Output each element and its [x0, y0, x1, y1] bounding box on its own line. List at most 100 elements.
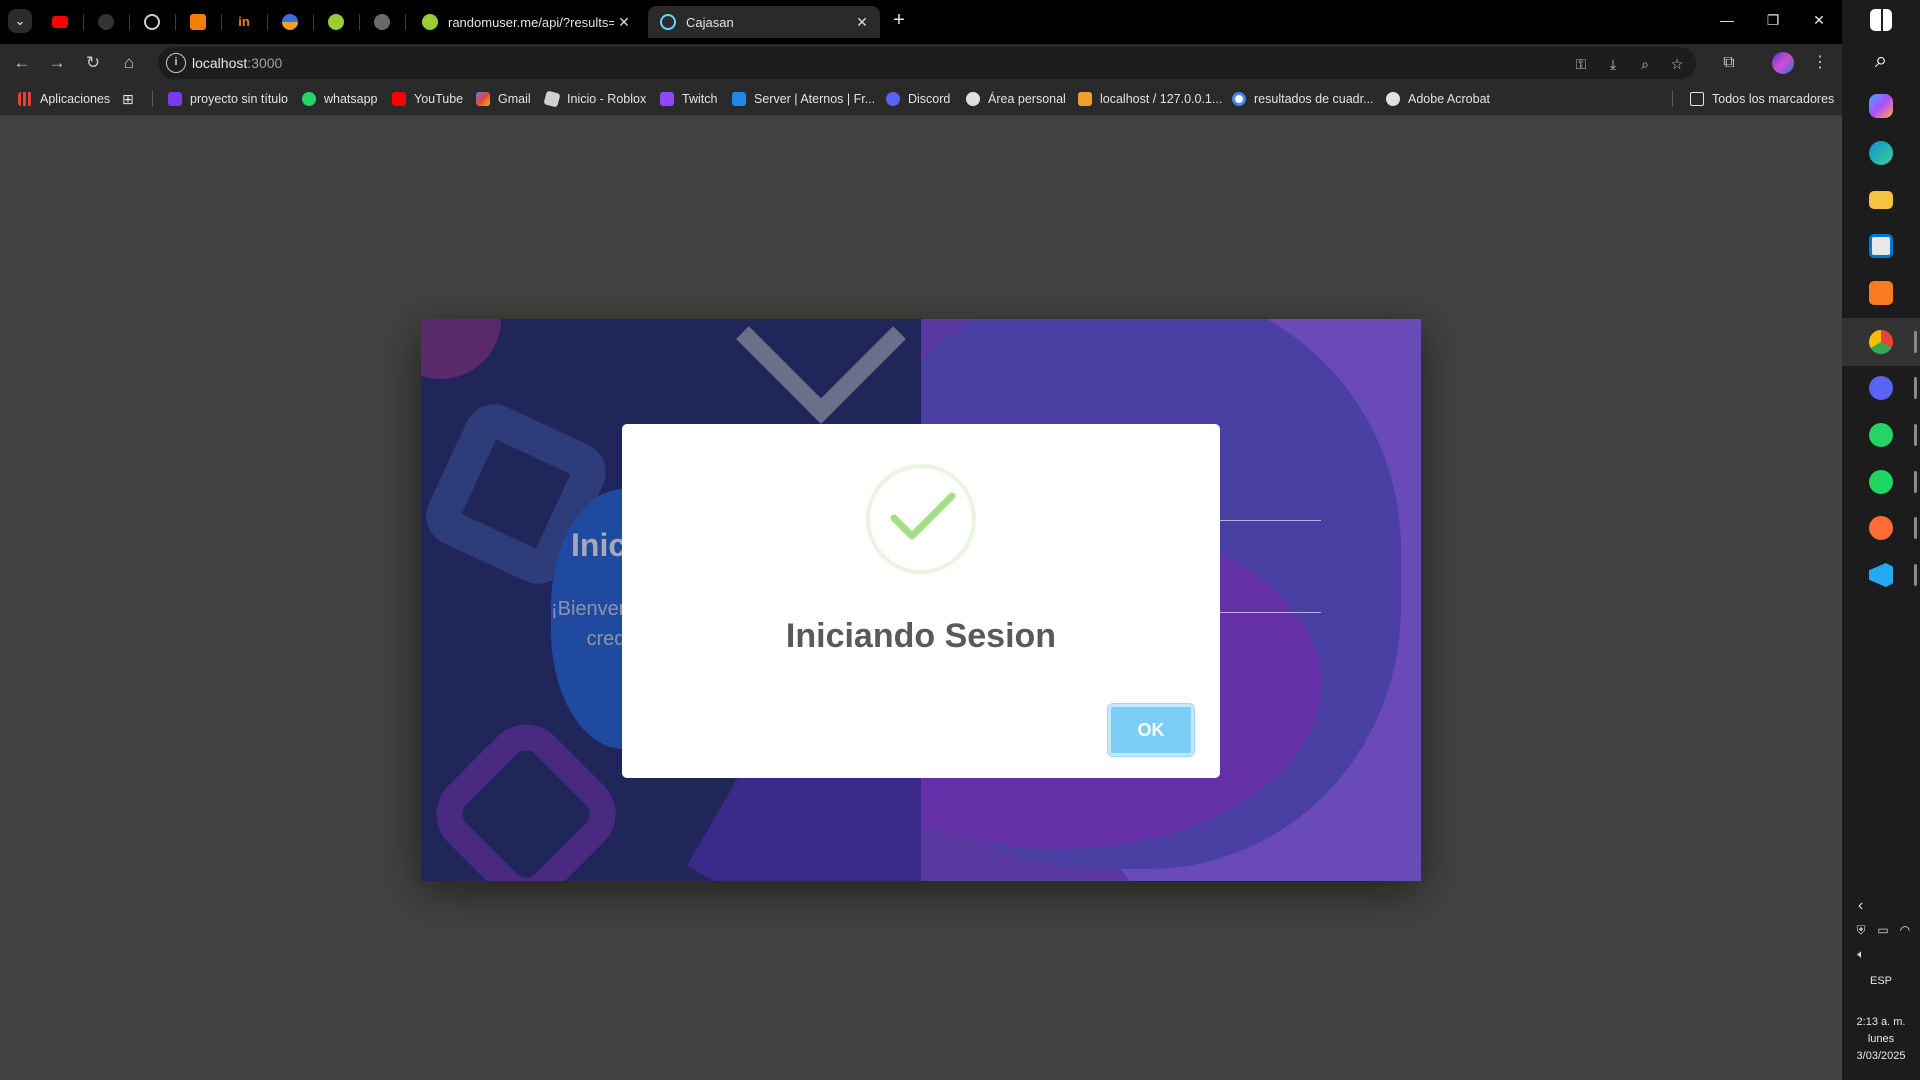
bookmark-adobe[interactable]: Adobe Acrobat: [1386, 90, 1490, 108]
pinned-tab-youtube[interactable]: [48, 10, 72, 34]
reload-icon[interactable]: ↻: [80, 50, 106, 76]
pinned-tab-web[interactable]: [370, 10, 394, 34]
security-shield-icon[interactable]: ⛨: [1852, 921, 1870, 939]
profile-avatar[interactable]: [1772, 52, 1794, 74]
postman-icon[interactable]: [1865, 512, 1897, 544]
running-indicator: [1914, 377, 1917, 399]
react-icon: [660, 14, 676, 30]
install-app-icon[interactable]: ⤓: [1602, 53, 1624, 75]
tab-separator: [267, 14, 268, 30]
bookmark-youtube[interactable]: YouTube: [392, 90, 463, 108]
file-explorer-icon[interactable]: [1865, 184, 1897, 216]
bookmark-area-personal[interactable]: Área personal: [966, 90, 1066, 108]
tab-search-icon[interactable]: ⌄: [8, 9, 32, 33]
menu-kebab-icon[interactable]: ⋮: [1807, 50, 1833, 76]
windows-logo-icon: [1870, 9, 1892, 31]
close-icon[interactable]: ✕: [852, 14, 872, 31]
home-icon[interactable]: ⌂: [116, 50, 142, 76]
bookmark-aternos[interactable]: Server | Aternos | Fr...: [732, 90, 875, 108]
minimize-icon[interactable]: —: [1704, 0, 1750, 40]
edge-icon[interactable]: [1865, 137, 1897, 169]
gmail-icon: [476, 92, 490, 106]
address-bar[interactable]: i localhost:3000 ⚿ ⤓ ⌕ ☆: [158, 47, 1696, 79]
search-icon[interactable]: ⌕: [1865, 44, 1897, 76]
bookmark-phpmyadmin[interactable]: localhost / 127.0.0.1...: [1078, 90, 1222, 108]
bookmark-label: proyecto sin título: [190, 92, 288, 106]
in-logo-icon: in: [238, 14, 250, 29]
pinned-tab-github[interactable]: [94, 10, 118, 34]
bookmark-gmail[interactable]: Gmail: [476, 90, 531, 108]
bookmark-label: Aplicaciones: [40, 92, 111, 106]
spotify-icon[interactable]: [1865, 466, 1897, 498]
start-windows-icon[interactable]: [1865, 4, 1897, 36]
discord-logo-icon: [1869, 376, 1893, 400]
zoom-icon[interactable]: ⌕: [1634, 53, 1656, 75]
bookmark-whatsapp[interactable]: whatsapp: [302, 90, 378, 108]
blogger-icon: [190, 14, 206, 30]
pinned-tab-invision[interactable]: in: [232, 10, 256, 34]
chrome-icon[interactable]: [1865, 326, 1897, 358]
chrome-logo-icon: [1869, 330, 1893, 354]
site-info-icon[interactable]: i: [166, 53, 186, 73]
language-indicator[interactable]: ESP: [1842, 975, 1920, 987]
restore-icon[interactable]: ❐: [1750, 0, 1796, 40]
bookmark-apps[interactable]: Aplicaciones: [18, 90, 110, 108]
url-host: localhost: [192, 55, 248, 71]
vscode-icon[interactable]: [1865, 559, 1897, 591]
tab-separator: [359, 14, 360, 30]
battery-icon[interactable]: ▭: [1874, 921, 1892, 939]
bookmark-separator: [152, 91, 153, 107]
roblox-icon: [543, 90, 561, 108]
bookmark-roblox[interactable]: Inicio - Roblox: [543, 90, 647, 108]
bookmark-label: localhost / 127.0.0.1...: [1100, 92, 1223, 106]
bookmark-discord[interactable]: Discord: [886, 90, 950, 108]
toolbar: ← → ↻ ⌂ i localhost:3000 ⚿ ⤓ ⌕ ☆ ⧉ ⋮: [0, 44, 1842, 82]
new-tab-plus-icon[interactable]: +: [887, 8, 911, 32]
url-text[interactable]: localhost:3000: [192, 55, 282, 71]
pinned-tab-chatgpt[interactable]: [140, 10, 164, 34]
close-window-icon[interactable]: ✕: [1796, 0, 1842, 40]
bookmark-tab-groups[interactable]: ⊞: [122, 90, 134, 108]
tab-title: Cajasan: [686, 14, 734, 30]
whatsapp-icon: [302, 92, 316, 106]
postman-logo-icon: [1869, 516, 1893, 540]
volume-icon[interactable]: 🔈︎: [1852, 945, 1870, 963]
tab-separator: [405, 14, 406, 30]
whatsapp-icon[interactable]: [1865, 419, 1897, 451]
password-key-icon[interactable]: ⚿: [1570, 53, 1592, 75]
close-icon[interactable]: ✕: [614, 14, 634, 31]
bookmark-label: Inicio - Roblox: [567, 92, 647, 106]
clock[interactable]: 2:13 a. m. lunes 3/03/2025: [1842, 1014, 1920, 1065]
tab-cajasan[interactable]: Cajasan ✕: [648, 6, 880, 38]
folder-icon: [1869, 191, 1893, 209]
running-indicator: [1914, 424, 1917, 446]
bookmark-proyecto[interactable]: proyecto sin título: [168, 90, 288, 108]
bookmark-separator: [1672, 91, 1673, 107]
bookmark-all-folders[interactable]: Todos los marcadores: [1690, 90, 1834, 108]
bookmark-google[interactable]: resultados de cuadr...: [1232, 90, 1374, 108]
running-indicator: [1914, 564, 1917, 586]
discord-icon: [886, 92, 900, 106]
magnifier-icon: ⌕: [1874, 47, 1888, 72]
microsoft-store-icon[interactable]: [1865, 230, 1897, 262]
tab-randomuser[interactable]: randomuser.me/api/?results=2 ✕: [410, 6, 642, 38]
copilot-icon[interactable]: [1865, 90, 1897, 122]
github-icon: [98, 14, 114, 30]
back-arrow-icon[interactable]: ←: [9, 50, 35, 76]
discord-icon[interactable]: [1865, 372, 1897, 404]
pinned-tab-android[interactable]: [324, 10, 348, 34]
extensions-puzzle-icon[interactable]: ⧉: [1716, 50, 1742, 76]
clock-day: lunes: [1867, 1033, 1895, 1045]
xampp-icon[interactable]: [1865, 277, 1897, 309]
forward-arrow-icon[interactable]: →: [44, 50, 70, 76]
spotify-logo-icon: [1869, 470, 1893, 494]
bookmark-label: YouTube: [414, 92, 464, 106]
wifi-icon[interactable]: ◠: [1896, 921, 1914, 939]
bookmark-star-icon[interactable]: ☆: [1666, 53, 1688, 75]
pinned-tab-blogger[interactable]: [186, 10, 210, 34]
clock-time: 2:13 a. m.: [1856, 1016, 1906, 1028]
tray-chevron-icon[interactable]: ‹: [1858, 897, 1863, 915]
pinned-tab-medal[interactable]: [278, 10, 302, 34]
bookmark-twitch[interactable]: Twitch: [660, 90, 717, 108]
ok-button[interactable]: OK: [1108, 704, 1194, 756]
